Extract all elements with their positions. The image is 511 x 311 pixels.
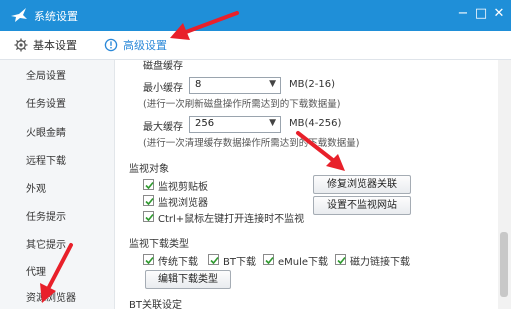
bt-download-checkbox[interactable] — [208, 254, 219, 265]
settings-content: 磁盘缓存 最小缓存 8 ▼ MB(2-16) (进行一次刷新磁盘操作所需达到的下… — [115, 60, 498, 311]
repair-browser-association-button[interactable]: 修复浏览器关联 — [313, 175, 411, 194]
info-circle-icon — [104, 38, 118, 52]
ctrl-click-no-monitor-checkbox[interactable] — [143, 211, 154, 222]
min-cache-value: 8 — [195, 79, 202, 90]
max-cache-value: 256 — [195, 118, 215, 129]
scrollbar-thumb[interactable] — [500, 232, 508, 297]
monitor-types-heading: 监视下载类型 — [129, 239, 189, 250]
min-cache-hint: (进行一次刷新磁盘操作所需达到的下载数据量) — [143, 99, 341, 110]
set-no-monitor-sites-button[interactable]: 设置不监视网站 — [313, 196, 411, 215]
ctrl-click-no-monitor-label: Ctrl+鼠标左键打开连接时不监视 — [158, 214, 305, 225]
monitor-objects-heading: 监视对象 — [129, 164, 169, 175]
monitor-browser-label: 监视浏览器 — [158, 198, 208, 209]
min-cache-label: 最小缓存 — [143, 83, 183, 94]
monitor-browser-checkbox[interactable] — [143, 195, 154, 206]
chevron-down-icon: ▼ — [269, 118, 276, 128]
sidebar-item-appearance[interactable]: 外观 — [26, 180, 46, 195]
emule-download-label: eMule下载 — [278, 257, 329, 268]
sidebar-item-task-tips[interactable]: 任务提示 — [26, 208, 66, 223]
checkmark-icon — [145, 197, 154, 206]
magnet-download-checkbox[interactable] — [335, 254, 346, 265]
gear-icon — [14, 38, 28, 52]
bt-download-label: BT下载 — [223, 257, 256, 268]
tab-advanced-label: 高级设置 — [123, 39, 167, 52]
monitor-clipboard-label: 监视剪贴板 — [158, 182, 208, 193]
minimize-button[interactable]: − — [455, 6, 471, 22]
max-cache-select[interactable]: 256 ▼ — [189, 116, 281, 133]
title-bar: 系统设置 − □ ✕ — [0, 0, 511, 31]
sidebar-item-resource-browser[interactable]: 资源浏览器 — [26, 289, 76, 304]
tab-basic-label: 基本设置 — [33, 39, 77, 52]
sidebar-item-task[interactable]: 任务设置 — [26, 95, 66, 110]
min-cache-unit: MB(2-16) — [289, 79, 335, 90]
checkmark-icon — [145, 256, 154, 265]
sidebar-item-proxy[interactable]: 代理 — [26, 263, 46, 278]
tab-bar: 基本设置 高级设置 — [0, 31, 511, 60]
chevron-down-icon: ▼ — [269, 79, 276, 89]
max-cache-unit: MB(4-256) — [289, 118, 342, 129]
close-button[interactable]: ✕ — [491, 6, 507, 22]
checkmark-icon — [145, 213, 154, 222]
checkmark-icon — [265, 256, 274, 265]
checkmark-icon — [145, 181, 154, 190]
sidebar: 全局设置 任务设置 火眼金睛 远程下载 外观 任务提示 其它提示 代理 资源浏览… — [0, 60, 115, 309]
emule-download-checkbox[interactable] — [263, 254, 274, 265]
edit-download-types-button[interactable]: 编辑下载类型 — [145, 270, 231, 289]
checkmark-icon — [337, 256, 346, 265]
maximize-button[interactable]: □ — [473, 6, 489, 22]
max-cache-hint: (进行一次清理缓存数据操作所需达到的下载数据量) — [143, 138, 360, 149]
traditional-download-checkbox[interactable] — [143, 254, 154, 265]
traditional-download-label: 传统下载 — [158, 257, 198, 268]
monitor-clipboard-checkbox[interactable] — [143, 179, 154, 190]
bird-logo-icon — [11, 8, 27, 22]
max-cache-label: 最大缓存 — [143, 122, 183, 133]
sidebar-item-other-tips[interactable]: 其它提示 — [26, 236, 66, 251]
sidebar-item-global[interactable]: 全局设置 — [26, 67, 66, 82]
sidebar-item-huoyan[interactable]: 火眼金睛 — [26, 124, 66, 139]
tab-advanced-settings[interactable]: 高级设置 — [104, 37, 167, 53]
checkmark-icon — [210, 256, 219, 265]
disk-cache-heading: 磁盘缓存 — [143, 61, 183, 72]
sidebar-item-remote[interactable]: 远程下载 — [26, 152, 66, 167]
min-cache-select[interactable]: 8 ▼ — [189, 77, 281, 94]
magnet-download-label: 磁力链接下载 — [350, 257, 410, 268]
window-title: 系统设置 — [34, 10, 78, 23]
tab-basic-settings[interactable]: 基本设置 — [14, 37, 77, 53]
